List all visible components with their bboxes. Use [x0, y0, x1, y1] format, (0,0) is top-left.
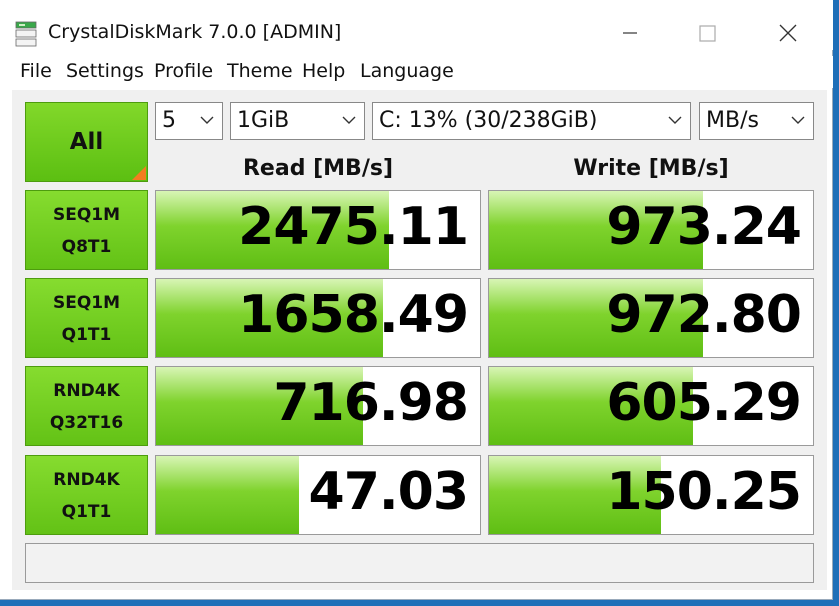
- read-value: 47.03: [308, 462, 469, 522]
- test-name: SEQ1M: [52, 205, 121, 225]
- all-button-label: All: [69, 129, 104, 155]
- write-value: 973.24: [606, 197, 802, 257]
- menu-profile[interactable]: Profile: [154, 60, 213, 82]
- test-name: RND4K: [53, 381, 120, 401]
- read-level-bar: [156, 456, 299, 534]
- write-result-seq1m-q1t1: 972.80: [488, 278, 814, 358]
- test-size-value: 1GiB: [237, 108, 290, 133]
- write-value: 972.80: [606, 285, 802, 345]
- read-result-rnd4k-q1t1: 47.03: [155, 455, 481, 535]
- test-name: RND4K: [53, 470, 120, 490]
- test-button-seq1m-q1t1[interactable]: SEQ1M Q1T1: [25, 278, 148, 358]
- test-queue: Q32T16: [49, 413, 124, 433]
- write-result-rnd4k-q1t1: 150.25: [488, 455, 814, 535]
- read-result-rnd4k-q32t16: 716.98: [155, 366, 481, 446]
- menu-bar: File Settings Profile Theme Help Languag…: [0, 56, 833, 88]
- corner-marker: [132, 166, 146, 180]
- read-value: 2475.11: [238, 197, 469, 257]
- write-value: 605.29: [606, 373, 802, 433]
- read-result-seq1m-q1t1: 1658.49: [155, 278, 481, 358]
- status-bar: [25, 543, 814, 583]
- test-name: SEQ1M: [52, 293, 121, 313]
- window-title: CrystalDiskMark 7.0.0 [ADMIN]: [48, 21, 342, 43]
- test-button-seq1m-q8t1[interactable]: SEQ1M Q8T1: [25, 190, 148, 270]
- maximize-icon[interactable]: [688, 18, 728, 48]
- drive-select[interactable]: C: 13% (30/238GiB): [372, 102, 691, 140]
- menu-language[interactable]: Language: [360, 60, 454, 82]
- close-icon[interactable]: [768, 18, 808, 48]
- menu-theme[interactable]: Theme: [227, 60, 293, 82]
- chevron-down-icon: [200, 116, 214, 124]
- write-column-header: Write [MB/s]: [573, 156, 729, 181]
- read-column-header: Read [MB/s]: [242, 156, 393, 181]
- minimize-icon[interactable]: [610, 18, 650, 48]
- test-size-select[interactable]: 1GiB: [230, 102, 365, 140]
- test-queue: Q8T1: [61, 237, 112, 257]
- test-count-value: 5: [162, 108, 176, 133]
- read-value: 716.98: [273, 373, 469, 433]
- test-button-rnd4k-q1t1[interactable]: RND4K Q1T1: [25, 455, 148, 535]
- menu-help[interactable]: Help: [302, 60, 345, 82]
- test-button-rnd4k-q32t16[interactable]: RND4K Q32T16: [25, 366, 148, 446]
- drive-value: C: 13% (30/238GiB): [379, 108, 598, 133]
- chevron-down-icon: [791, 116, 805, 124]
- app-disk-icon: [15, 21, 37, 47]
- test-count-select[interactable]: 5: [155, 102, 223, 140]
- unit-value: MB/s: [706, 108, 759, 133]
- test-queue: Q1T1: [61, 325, 112, 345]
- test-queue: Q1T1: [61, 502, 112, 522]
- menu-file[interactable]: File: [20, 60, 52, 82]
- menu-settings[interactable]: Settings: [66, 60, 144, 82]
- chevron-down-icon: [668, 116, 682, 124]
- read-result-seq1m-q8t1: 2475.11: [155, 190, 481, 270]
- chevron-down-icon: [342, 116, 356, 124]
- app-window: CrystalDiskMark 7.0.0 [ADMIN] File Setti…: [0, 0, 833, 600]
- write-result-seq1m-q8t1: 973.24: [488, 190, 814, 270]
- all-tests-button[interactable]: All: [25, 102, 148, 182]
- read-value: 1658.49: [238, 285, 469, 345]
- write-result-rnd4k-q32t16: 605.29: [488, 366, 814, 446]
- write-value: 150.25: [606, 462, 802, 522]
- unit-select[interactable]: MB/s: [699, 102, 814, 140]
- title-bar[interactable]: CrystalDiskMark 7.0.0 [ADMIN]: [0, 0, 833, 50]
